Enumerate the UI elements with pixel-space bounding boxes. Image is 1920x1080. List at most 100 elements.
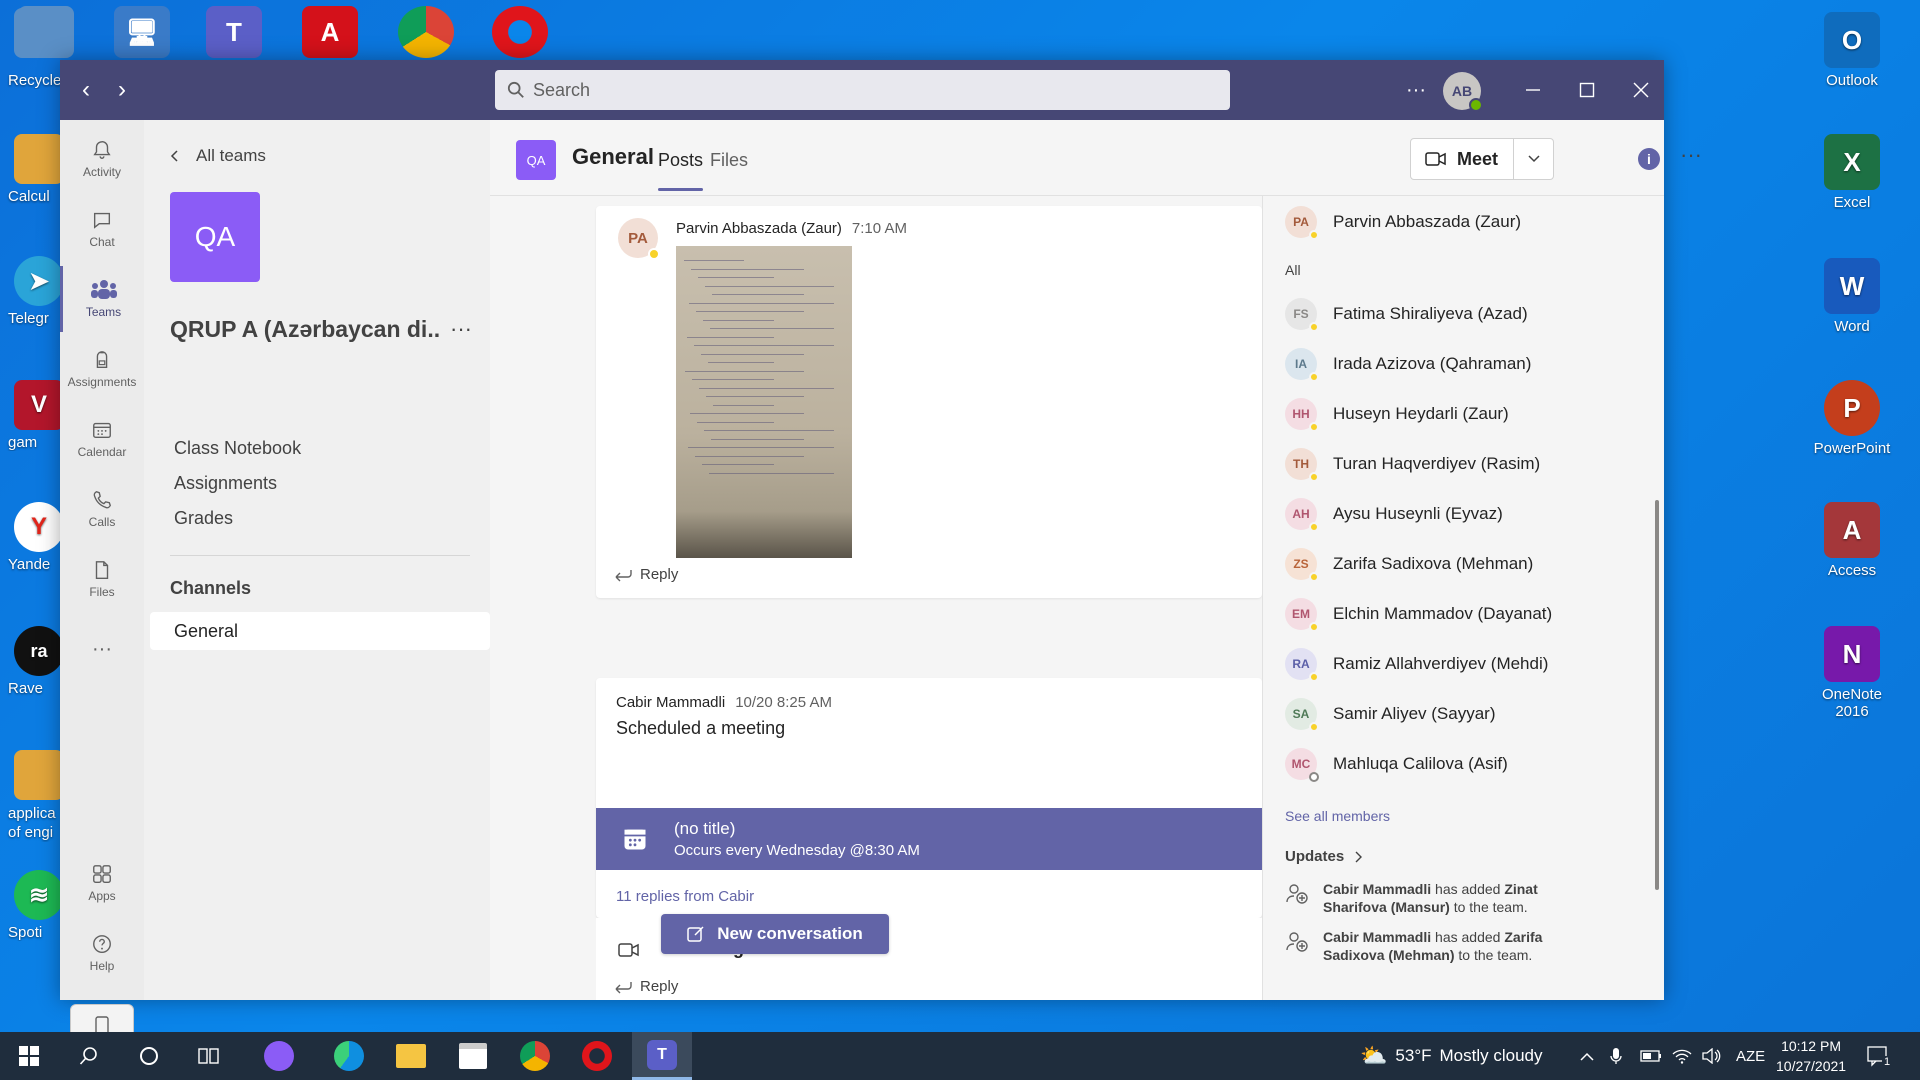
wifi-icon[interactable] (1672, 1032, 1692, 1080)
member-name: Aysu Huseynli (Eyvaz) (1333, 504, 1503, 523)
info-icon[interactable]: i (1638, 148, 1660, 170)
desktop-icon-yandex[interactable]: Y Yande (0, 502, 60, 573)
member-item[interactable]: RA Ramiz Allahverdiyev (Mehdi) (1285, 646, 1548, 682)
taskbar-chrome[interactable] (508, 1032, 562, 1080)
task-view-button[interactable] (182, 1032, 236, 1080)
desktop-icon-recycle[interactable]: Recycle (0, 8, 60, 89)
replies-link[interactable]: 11 replies from Cabir (616, 888, 754, 905)
acrobat-desktop-icon[interactable]: A (302, 6, 358, 58)
team-link-grades[interactable]: Grades (174, 508, 233, 529)
taskbar-store[interactable] (446, 1032, 500, 1080)
teams-desktop-icon[interactable]: T (206, 6, 262, 58)
member-item[interactable]: HH Huseyn Heydarli (Zaur) (1285, 396, 1509, 432)
see-all-members-link[interactable]: See all members (1285, 808, 1390, 824)
member-item[interactable]: SA Samir Aliyev (Sayyar) (1285, 696, 1495, 732)
reply-button[interactable]: Reply (614, 566, 678, 583)
weather-widget[interactable]: ⛅ 53°F Mostly cloudy (1360, 1032, 1542, 1080)
member-item[interactable]: TH Turan Haqverdiyev (Rasim) (1285, 446, 1540, 482)
all-teams-link[interactable]: All teams (168, 146, 266, 166)
tab-posts[interactable]: Posts (658, 150, 704, 191)
opera-desktop-icon[interactable] (492, 6, 548, 58)
desktop-icon-excel[interactable]: X Excel (1812, 134, 1892, 211)
desktop-icon-onenote[interactable]: N OneNote 2016 (1812, 626, 1892, 720)
desktop-icon-powerpoint[interactable]: P PowerPoint (1812, 380, 1892, 457)
forward-arrow-icon[interactable]: › (104, 76, 140, 104)
post-author[interactable]: Cabir Mammadli (616, 694, 725, 711)
rail-activity[interactable]: Activity (60, 126, 144, 192)
spotify-icon: ≋ (14, 870, 60, 920)
avatar-initials: MC (1291, 757, 1311, 771)
new-conversation-button[interactable]: New conversation (661, 914, 889, 954)
minimize-icon[interactable] (1508, 60, 1558, 120)
member-item[interactable]: PA Parvin Abbaszada (Zaur) (1285, 204, 1521, 240)
taskbar-opera[interactable] (570, 1032, 624, 1080)
team-more-options-icon[interactable]: ··· (450, 316, 472, 342)
clock[interactable]: 10:12 PM 10/27/2021 (1776, 1032, 1846, 1080)
document-icon (14, 750, 60, 800)
scrollbar[interactable] (1655, 500, 1659, 890)
rail-help[interactable]: Help (60, 920, 144, 986)
rail-assignments[interactable]: Assignments (60, 336, 144, 402)
chrome-desktop-icon[interactable] (398, 6, 454, 58)
meet-dropdown[interactable] (1514, 155, 1553, 163)
volume-icon[interactable] (1702, 1032, 1722, 1080)
team-name[interactable]: QRUP A (Azərbaycan di... (170, 316, 440, 343)
rail-more-apps[interactable]: ··· (60, 616, 144, 682)
taskbar-file-explorer[interactable] (384, 1032, 438, 1080)
battery-icon[interactable] (1640, 1032, 1662, 1080)
member-item[interactable]: EM Elchin Mammadov (Dayanat) (1285, 596, 1552, 632)
desktop-icon-word[interactable]: W Word (1812, 258, 1892, 335)
this-pc-icon[interactable]: 🖥 (114, 6, 170, 58)
user-avatar[interactable]: AB (1443, 72, 1483, 112)
channel-more-options-icon[interactable]: ··· (1680, 142, 1702, 168)
clock-date: 10/27/2021 (1776, 1058, 1847, 1074)
member-item[interactable]: IA Irada Azizova (Qahraman) (1285, 346, 1531, 382)
maximize-icon[interactable] (1562, 60, 1612, 120)
desktop-icon-access[interactable]: A Access (1812, 502, 1892, 579)
rail-calls[interactable]: Calls (60, 476, 144, 542)
powerpoint-icon: P (1824, 380, 1880, 436)
meet-now-button[interactable]: Meet (1411, 139, 1514, 179)
updates-heading[interactable]: Updates (1285, 848, 1364, 865)
desktop-icon-telegram[interactable]: ➤ Telegr (0, 256, 60, 327)
desktop-icon-game[interactable]: Vgam (0, 380, 60, 451)
show-hidden-icons[interactable] (1580, 1032, 1594, 1080)
close-icon[interactable] (1616, 60, 1666, 120)
microphone-icon[interactable] (1610, 1032, 1622, 1080)
member-item[interactable]: FS Fatima Shiraliyeva (Azad) (1285, 296, 1528, 332)
member-item[interactable]: AH Aysu Huseynli (Eyvaz) (1285, 496, 1503, 532)
team-link-assignments[interactable]: Assignments (174, 473, 277, 494)
title-bar: ‹ › Search ··· AB (60, 60, 1664, 120)
back-arrow-icon[interactable]: ‹ (68, 76, 104, 104)
reply-button[interactable]: Reply (614, 978, 678, 995)
desktop-icon-spotify[interactable]: ≋ Spoti (0, 870, 60, 941)
rail-calendar[interactable]: Calendar (60, 406, 144, 472)
meeting-card[interactable]: (no title) Occurs every Wednesday @8:30 … (596, 808, 1262, 870)
search-button[interactable] (62, 1032, 116, 1080)
desktop-icon-application[interactable]: applica of engi (0, 750, 60, 842)
rail-chat[interactable]: Chat (60, 196, 144, 262)
language-indicator[interactable]: AZE (1736, 1032, 1765, 1080)
search-input[interactable]: Search (495, 70, 1230, 110)
rail-files[interactable]: Files (60, 546, 144, 612)
cortana-button[interactable] (122, 1032, 176, 1080)
rail-teams[interactable]: Teams (60, 266, 144, 332)
post-author[interactable]: Parvin Abbaszada (Zaur) (676, 220, 842, 237)
desktop-icon-calcul[interactable]: Calcul (0, 134, 60, 205)
desktop-icon-rave[interactable]: ra Rave (0, 626, 60, 697)
notebook-photo[interactable] (676, 246, 852, 558)
taskbar-edge[interactable] (322, 1032, 376, 1080)
member-item[interactable]: MC Mahluqa Calilova (Asif) (1285, 746, 1508, 782)
member-item[interactable]: ZS Zarifa Sadixova (Mehman) (1285, 546, 1533, 582)
channel-item-general[interactable]: General (150, 612, 490, 650)
start-button[interactable] (2, 1032, 56, 1080)
rail-apps[interactable]: Apps (60, 850, 144, 916)
more-options-icon[interactable]: ··· (1396, 60, 1436, 120)
tab-files[interactable]: Files (710, 150, 748, 171)
desktop-icon-outlook[interactable]: O Outlook (1812, 12, 1892, 89)
taskbar-app-purple[interactable] (252, 1032, 306, 1080)
channel-title: General (572, 144, 654, 169)
team-link-class-notebook[interactable]: Class Notebook (174, 438, 301, 459)
taskbar-teams[interactable]: T (632, 1032, 692, 1080)
notification-center[interactable]: 1 (1866, 1032, 1893, 1080)
